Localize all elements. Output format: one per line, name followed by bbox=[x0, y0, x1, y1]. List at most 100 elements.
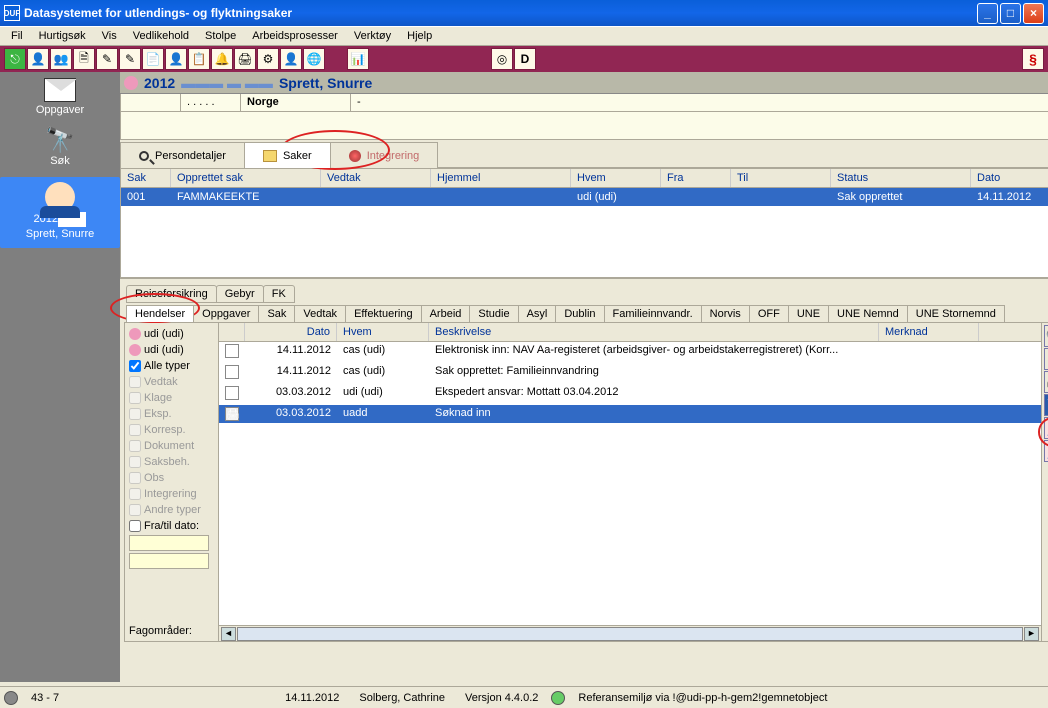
menu-hurtigsok[interactable]: Hurtigsøk bbox=[32, 28, 93, 44]
tool-icon-14[interactable]: 📊 bbox=[347, 48, 369, 70]
filter-saksbeh[interactable]: Saksbeh. bbox=[129, 455, 214, 469]
filter-vedtak[interactable]: Vedtak bbox=[129, 375, 214, 389]
filter-obs[interactable]: Obs bbox=[129, 471, 214, 485]
tool-icon-13[interactable]: 🌐 bbox=[303, 48, 325, 70]
subtab-vedtak[interactable]: Vedtak bbox=[294, 305, 346, 322]
col-merknad[interactable]: Merknad bbox=[879, 323, 979, 341]
menu-stolpe[interactable]: Stolpe bbox=[198, 28, 243, 44]
tool-icon-11[interactable]: ⚙ bbox=[257, 48, 279, 70]
scroll-right-arrow[interactable]: ► bbox=[1024, 627, 1039, 641]
col-dato[interactable]: Dato bbox=[971, 169, 1048, 187]
col-besk[interactable]: Beskrivelse bbox=[429, 323, 879, 341]
date-from-input[interactable] bbox=[129, 535, 209, 551]
person1-icon[interactable]: 👤 bbox=[1044, 417, 1048, 439]
zoom-icon[interactable]: 🔍 bbox=[1044, 325, 1048, 347]
col-dato[interactable]: Dato bbox=[245, 323, 337, 341]
col-hvem[interactable]: Hvem bbox=[571, 169, 661, 187]
tool-icon-5[interactable]: ✎ bbox=[119, 48, 141, 70]
sidebar-oppgaver[interactable]: Oppgaver bbox=[36, 78, 84, 116]
hendelse-row-selected[interactable]: 🖨 03.03.2012 uadd Søknad inn bbox=[219, 405, 1041, 423]
subtab-dublin[interactable]: Dublin bbox=[555, 305, 604, 322]
subtab-unenemnd[interactable]: UNE Nemnd bbox=[828, 305, 908, 322]
subtab-studie[interactable]: Studie bbox=[469, 305, 518, 322]
hendelse-row[interactable]: 14.11.2012 cas (udi) Sak opprettet: Fami… bbox=[219, 363, 1041, 384]
col-hjemmel[interactable]: Hjemmel bbox=[431, 169, 571, 187]
horizontal-scrollbar[interactable]: ◄ ► bbox=[219, 625, 1041, 641]
filter-udi-2[interactable]: udi (udi) bbox=[129, 343, 214, 357]
date-to-input[interactable] bbox=[129, 553, 209, 569]
subtab-norvis[interactable]: Norvis bbox=[701, 305, 750, 322]
section-sign-button[interactable]: § bbox=[1022, 48, 1044, 70]
subtab-reiseforsikring[interactable]: Reiseforsikring bbox=[126, 285, 217, 303]
tool-icon-3[interactable]: 🗎 bbox=[73, 48, 95, 70]
subtab-unestornemnd[interactable]: UNE Stornemnd bbox=[907, 305, 1005, 322]
tool-icon-2[interactable]: 👥 bbox=[50, 48, 72, 70]
tool-icon-12[interactable]: 👤 bbox=[280, 48, 302, 70]
tool-icon-8[interactable]: 📋 bbox=[188, 48, 210, 70]
print-icon[interactable]: 🖨 bbox=[1044, 371, 1048, 393]
tool-circle-icon[interactable]: ◎ bbox=[491, 48, 513, 70]
subtab-oppgaver[interactable]: Oppgaver bbox=[193, 305, 259, 322]
menu-fil[interactable]: Fil bbox=[4, 28, 30, 44]
tool-icon-1[interactable]: 👤 bbox=[27, 48, 49, 70]
menu-arbeidsprosesser[interactable]: Arbeidsprosesser bbox=[245, 28, 345, 44]
tool-icon-4[interactable]: ✎ bbox=[96, 48, 118, 70]
subtab-fk[interactable]: FK bbox=[263, 285, 295, 303]
filter-dokument[interactable]: Dokument bbox=[129, 439, 214, 453]
person-card[interactable]: 2012 Sprett, Snurre bbox=[0, 177, 120, 248]
col-opprettet[interactable]: Opprettet sak bbox=[171, 169, 321, 187]
col-til[interactable]: Til bbox=[731, 169, 831, 187]
filter-eksp[interactable]: Eksp. bbox=[129, 407, 214, 421]
col-vedtak[interactable]: Vedtak bbox=[321, 169, 431, 187]
info-cell-dash: - bbox=[351, 94, 1048, 112]
edit-icon[interactable]: ✎ bbox=[1044, 348, 1048, 370]
menu-hjelp[interactable]: Hjelp bbox=[400, 28, 439, 44]
case-row[interactable]: 001 FAMMAKEEKTE udi (udi) Sak opprettet … bbox=[121, 188, 1048, 206]
subtab-sak[interactable]: Sak bbox=[258, 305, 295, 322]
hendelse-row[interactable]: 14.11.2012 cas (udi) Elektronisk inn: NA… bbox=[219, 342, 1041, 363]
subtab-gebyr[interactable]: Gebyr bbox=[216, 285, 264, 303]
sidebar-sok[interactable]: 🔭 Søk bbox=[45, 126, 75, 167]
filter-alle-typer[interactable]: Alle typer bbox=[129, 359, 214, 373]
tool-icon-7[interactable]: 👤 bbox=[165, 48, 187, 70]
exit-icon[interactable]: ⎋ bbox=[4, 48, 26, 70]
tool-icon-9[interactable]: 🔔 bbox=[211, 48, 233, 70]
tool-icon-10[interactable]: 🖨 bbox=[234, 48, 256, 70]
subtab-effektuering[interactable]: Effektuering bbox=[345, 305, 422, 322]
col-sak[interactable]: Sak bbox=[121, 169, 171, 187]
fratil-checkbox[interactable] bbox=[129, 520, 141, 532]
subtab-une[interactable]: UNE bbox=[788, 305, 829, 322]
tool-icon-6[interactable]: 📄 bbox=[142, 48, 164, 70]
filter-andre[interactable]: Andre typer bbox=[129, 503, 214, 517]
filter-integrering[interactable]: Integrering bbox=[129, 487, 214, 501]
filter-fratil[interactable]: Fra/til dato: bbox=[129, 519, 214, 533]
word-icon[interactable]: W bbox=[1044, 394, 1048, 416]
maximize-button[interactable]: □ bbox=[1000, 3, 1021, 24]
tool-d-icon[interactable]: D bbox=[514, 48, 536, 70]
tab-saker[interactable]: Saker bbox=[244, 142, 331, 168]
scroll-track[interactable] bbox=[237, 627, 1023, 641]
person2-icon[interactable]: 👤 bbox=[1044, 440, 1048, 462]
hendelse-row[interactable]: 03.03.2012 udi (udi) Ekspedert ansvar: M… bbox=[219, 384, 1041, 405]
tab-persondetaljer[interactable]: Persondetaljer bbox=[120, 142, 245, 168]
alle-typer-checkbox[interactable] bbox=[129, 360, 141, 372]
subtab-asyl[interactable]: Asyl bbox=[518, 305, 557, 322]
filter-udi-1[interactable]: udi (udi) bbox=[129, 327, 214, 341]
filter-klage[interactable]: Klage bbox=[129, 391, 214, 405]
subtab-hendelser[interactable]: Hendelser bbox=[126, 305, 194, 322]
subtab-arbeid[interactable]: Arbeid bbox=[421, 305, 471, 322]
col-status[interactable]: Status bbox=[831, 169, 971, 187]
tab-integrering[interactable]: Integrering bbox=[330, 142, 439, 168]
minimize-button[interactable]: _ bbox=[977, 3, 998, 24]
col-hvem[interactable]: Hvem bbox=[337, 323, 429, 341]
close-button[interactable]: × bbox=[1023, 3, 1044, 24]
menu-verktoy[interactable]: Verktøy bbox=[347, 28, 398, 44]
sidebar-sok-label: Søk bbox=[45, 155, 75, 167]
menu-vedlikehold[interactable]: Vedlikehold bbox=[126, 28, 196, 44]
subtab-familieinnv[interactable]: Familieinnvandr. bbox=[604, 305, 702, 322]
subtab-off[interactable]: OFF bbox=[749, 305, 789, 322]
filter-korresp[interactable]: Korresp. bbox=[129, 423, 214, 437]
menu-vis[interactable]: Vis bbox=[95, 28, 124, 44]
col-fra[interactable]: Fra bbox=[661, 169, 731, 187]
scroll-left-arrow[interactable]: ◄ bbox=[221, 627, 236, 641]
